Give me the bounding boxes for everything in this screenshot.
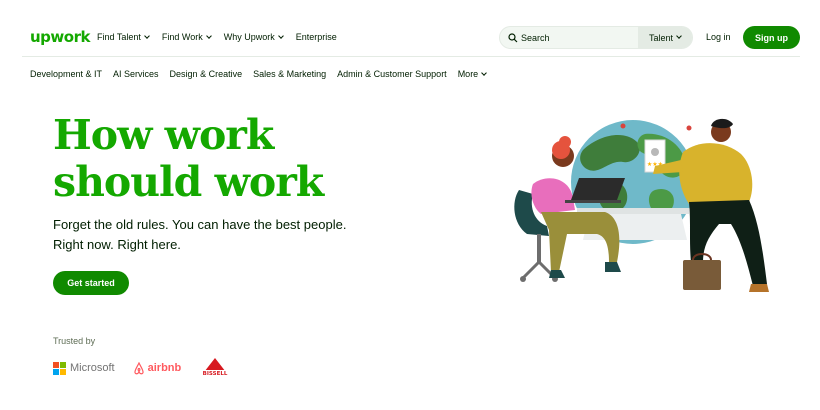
bissell-text: BISSELL <box>203 371 228 377</box>
airbnb-logo: airbnb <box>133 361 182 375</box>
category-admin-support[interactable]: Admin & Customer Support <box>337 69 447 79</box>
airbnb-text: airbnb <box>147 362 182 374</box>
top-navigation: upwork Find Talent Find Work Why Upwork … <box>0 0 820 56</box>
chevron-down-icon <box>676 33 682 39</box>
trusted-by-label: Trusted by <box>53 336 96 346</box>
microsoft-text: Microsoft <box>70 362 115 374</box>
category-design-creative[interactable]: Design & Creative <box>170 69 243 79</box>
nav-enterprise-label: Enterprise <box>295 32 337 42</box>
search-type-dropdown[interactable]: Talent <box>638 27 692 48</box>
hero-headline-line2: should work <box>53 158 324 206</box>
get-started-button[interactable]: Get started <box>53 271 129 295</box>
nav-find-talent-label: Find Talent <box>97 32 141 42</box>
login-link[interactable]: Log in <box>706 32 731 42</box>
hero-subtitle: Forget the old rules. You can have the b… <box>53 215 373 255</box>
nav-why-upwork-label: Why Upwork <box>223 32 275 42</box>
hero-subtitle-line1: Forget the old rules. You can have the b… <box>53 217 347 232</box>
main-nav-links: Find Talent Find Work Why Upwork Enterpr… <box>97 32 350 42</box>
chevron-down-icon <box>481 69 488 76</box>
category-more-label: More <box>457 69 479 79</box>
bissell-logo: BISSELL <box>200 358 231 377</box>
upwork-logo[interactable]: upwork <box>30 28 90 46</box>
nav-find-talent[interactable]: Find Talent <box>97 32 150 42</box>
chevron-down-icon <box>144 32 150 39</box>
category-development-it[interactable]: Development & IT <box>30 69 102 79</box>
search-bar: Talent <box>499 26 693 49</box>
microsoft-icon <box>53 361 66 375</box>
hero-headline: How work should work <box>53 112 383 206</box>
search-input[interactable] <box>521 27 631 48</box>
category-ai-services[interactable]: AI Services <box>113 69 159 79</box>
category-more[interactable]: More <box>457 69 488 79</box>
chevron-down-icon <box>277 32 284 39</box>
category-sales-marketing[interactable]: Sales & Marketing <box>253 69 326 79</box>
nav-enterprise[interactable]: Enterprise <box>296 32 337 42</box>
signup-button[interactable]: Sign up <box>743 26 800 49</box>
people-working-globe-illustration: ★★★ <box>514 118 769 292</box>
airbnb-icon <box>133 361 144 374</box>
microsoft-logo: Microsoft <box>53 361 115 375</box>
nav-divider <box>22 56 800 57</box>
search-type-label: Talent <box>648 32 674 43</box>
nav-find-work-label: Find Work <box>161 32 203 42</box>
search-icon <box>508 33 518 43</box>
nav-find-work[interactable]: Find Work <box>161 32 212 42</box>
chevron-down-icon <box>205 32 212 39</box>
hero-subtitle-line2: Right now. Right here. <box>53 237 181 252</box>
category-nav: Development & IT AI Services Design & Cr… <box>30 69 497 79</box>
hero-headline-line1: How work <box>53 111 274 159</box>
trusted-logos: Microsoft airbnb BISSELL <box>53 357 231 379</box>
nav-why-upwork[interactable]: Why Upwork <box>223 32 284 42</box>
